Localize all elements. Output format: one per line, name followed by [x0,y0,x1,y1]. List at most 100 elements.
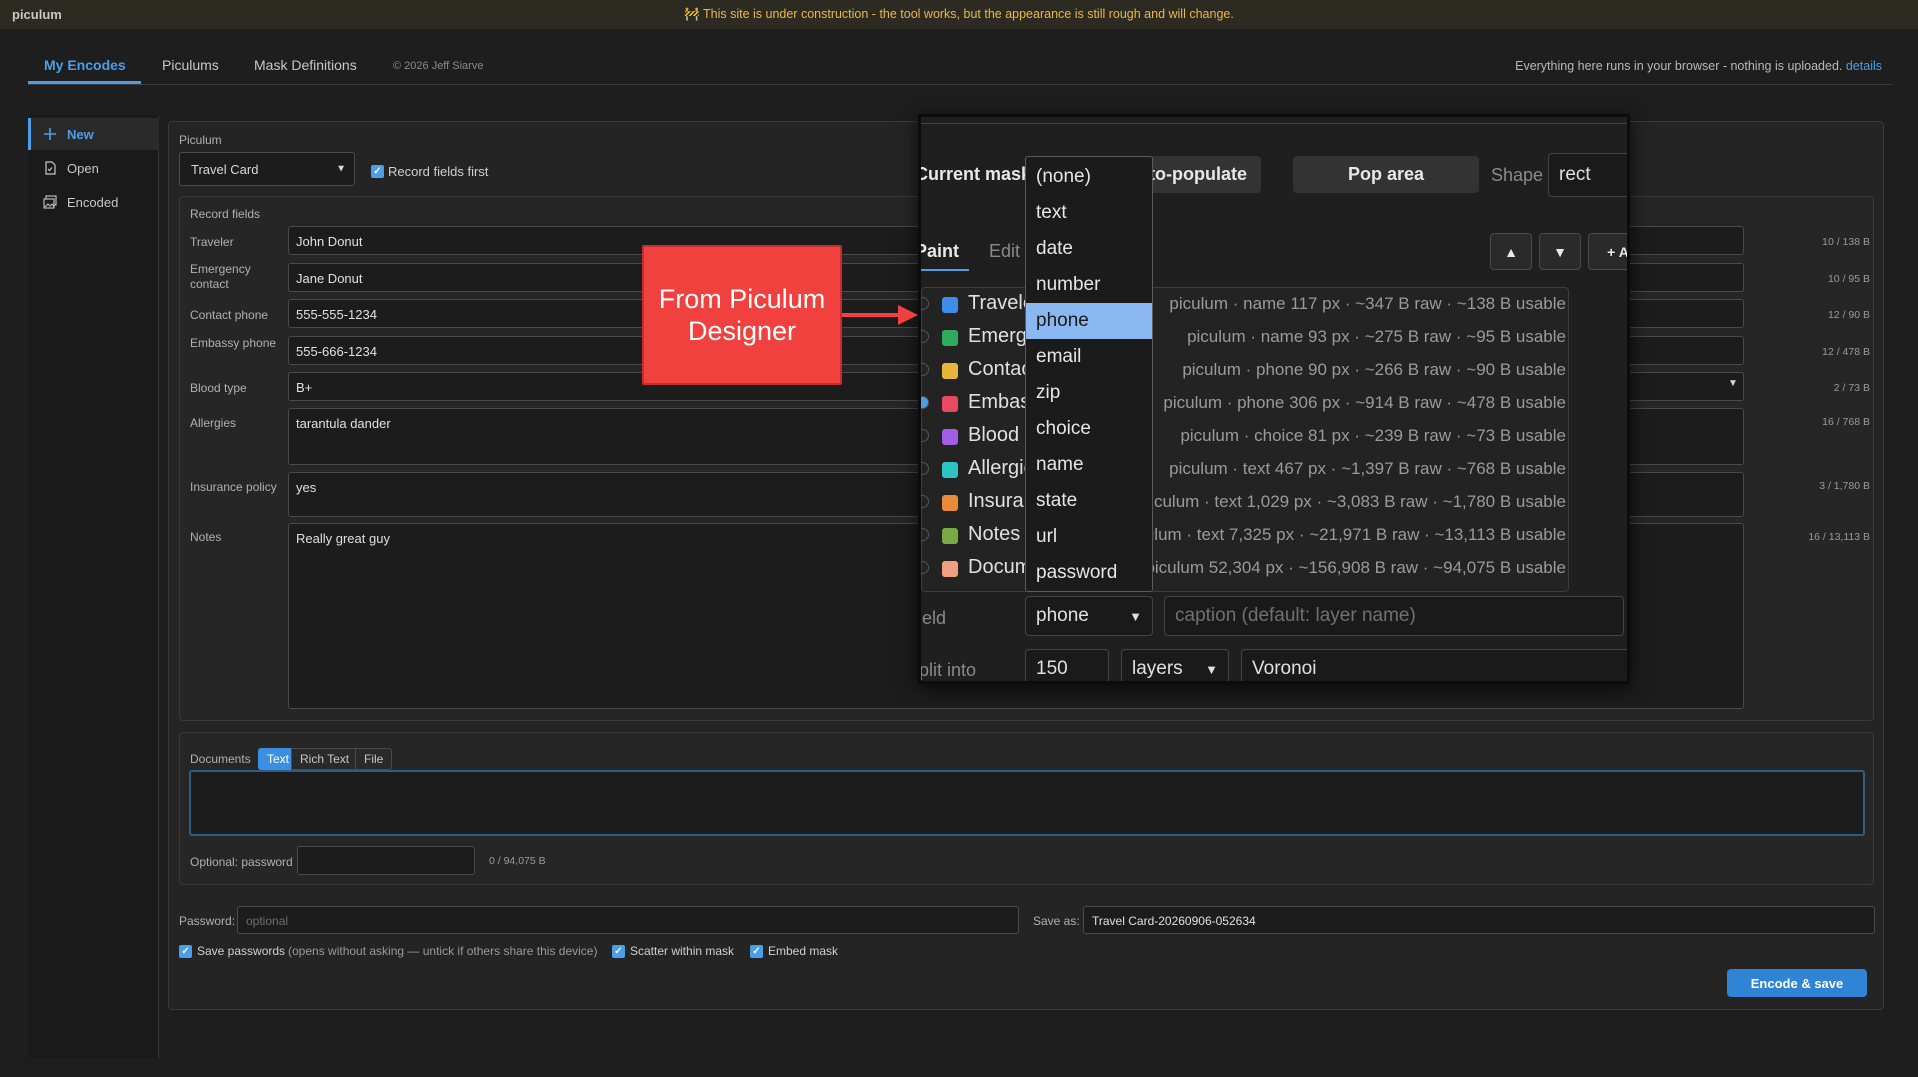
split-method-select[interactable]: Voronoi [1241,649,1627,681]
layer-info: piculum · phone 306 px · ~914 B raw · ~4… [1163,393,1566,412]
list-item[interactable]: Insurance policy piculum · text 1,029 px… [921,486,1570,519]
tab-mask-definitions[interactable]: Mask Definitions [254,57,357,73]
field-type-value: phone [1036,605,1089,626]
layer-list: Traveler piculum · name 117 px · ~347 B … [921,287,1569,592]
copyright: © 2026 Jeff Siarve [393,60,484,72]
layer-radio[interactable] [921,561,929,574]
piculum-label: Piculum [179,133,222,147]
piculum-select-value: Travel Card [191,161,259,177]
layer-info: piculum · text 1,029 px · ~3,083 B raw ·… [1140,492,1566,511]
app-brand[interactable]: piculum [12,7,62,22]
password-field[interactable]: optional [237,906,1019,934]
allergies-counter: 16 / 768 B [1822,416,1870,428]
layer-radio[interactable] [921,495,929,508]
layer-info: piculum · text 467 px · ~1,397 B raw · ~… [1169,459,1566,478]
split-unit-select[interactable]: layers ▼ [1121,649,1229,681]
dropdown-option-phone[interactable]: phone [1026,303,1152,339]
tab-piculums[interactable]: Piculums [162,57,219,73]
list-item[interactable]: Contact phone piculum · phone 90 px · ~2… [921,354,1570,387]
piculum-select[interactable]: Travel Card ▼ [179,152,355,186]
layer-color-swatch [942,462,958,478]
shape-select[interactable]: rect [1548,153,1627,197]
layer-radio[interactable] [921,330,929,343]
split-unit-value: layers [1132,658,1183,679]
chevron-down-icon: ▼ [336,163,346,175]
embed-mask-label: Embed mask [768,944,839,958]
document-text-area[interactable] [189,770,1865,836]
shape-label: Shape [1491,165,1544,185]
designer-zoom-inset: Current mask Auto-populate Pop area Shap… [918,114,1630,684]
dropdown-option-password[interactable]: password [1026,555,1152,591]
list-item[interactable]: Embassy phone piculum · phone 306 px · ~… [921,387,1570,420]
doc-tab-file[interactable]: File [355,748,393,770]
pop-area-button[interactable]: Pop area [1293,156,1479,193]
chevron-down-icon: ▼ [1205,661,1218,677]
embed-mask-checkbox[interactable]: ✓ [750,945,763,958]
add-layer-button[interactable]: + A [1588,233,1627,270]
layer-info: piculum · text 7,325 px · ~21,971 B raw … [1123,525,1566,544]
field-label-traveler: Traveler [190,235,234,249]
tab-paint[interactable]: Paint [921,241,959,262]
dropdown-option-date[interactable]: date [1026,231,1152,267]
embassy-phone-counter: 12 / 478 B [1822,346,1870,358]
chevron-down-icon: ▼ [1129,608,1142,624]
construction-icon: 🚧 [684,7,700,21]
move-layer-down-button[interactable]: ▼ [1539,233,1581,270]
move-layer-up-button[interactable]: ▲ [1490,233,1532,270]
sidebar-item-new[interactable]: New [28,118,159,150]
layer-radio[interactable] [921,363,929,376]
sidebar-item-open[interactable]: Open [28,152,159,184]
layer-color-swatch [942,528,958,544]
documents-label: Documents [190,752,251,766]
sidebar-item-encoded[interactable]: Encoded [28,186,159,218]
document-password-field[interactable] [297,846,475,875]
privacy-note: Everything here runs in your browser - n… [1515,59,1882,73]
field-type-select[interactable]: phone ▼ [1025,596,1153,636]
save-as-field[interactable]: Travel Card-20260906-052634 [1083,906,1875,934]
record-fields-first-label: Record fields first [388,164,489,179]
dropdown-option-email[interactable]: email [1026,339,1152,375]
scatter-within-mask-checkbox[interactable]: ✓ [612,945,625,958]
layer-radio[interactable] [921,396,929,409]
dropdown-option-zip[interactable]: zip [1026,375,1152,411]
layer-name: Notes [968,523,1021,545]
list-item[interactable]: Documents piculum 52,304 px · ~156,908 B… [921,552,1570,585]
doc-tab-rich-text[interactable]: Rich Text [291,748,359,770]
list-item[interactable]: Notes piculum · text 7,325 px · ~21,971 … [921,519,1570,552]
field-label-insurance-policy: Insurance policy [190,480,277,494]
details-link[interactable]: details [1846,59,1882,73]
record-fields-first-checkbox[interactable]: ✓ [371,165,384,178]
dropdown-option-number[interactable]: number [1026,267,1152,303]
tab-edit[interactable]: Edit [989,241,1020,262]
encode-save-button[interactable]: Encode & save [1727,969,1867,997]
field-label-emergency-contact: Emergency contact [190,262,251,291]
callout-arrow-icon [842,305,918,325]
list-item[interactable]: Allergies piculum · text 467 px · ~1,397… [921,453,1570,486]
insurance-policy-counter: 3 / 1,780 B [1819,480,1870,492]
save-as-label: Save as: [1033,914,1080,928]
caption-field[interactable]: caption (default: layer name) [1164,596,1624,636]
tab-my-encodes[interactable]: My Encodes [44,57,126,73]
save-passwords-checkbox[interactable]: ✓ [179,945,192,958]
layer-color-swatch [942,495,958,511]
construction-banner: 🚧 This site is under construction - the … [0,7,1918,22]
dropdown-option-choice[interactable]: choice [1026,411,1152,447]
traveler-counter: 10 / 138 B [1822,236,1870,248]
dropdown-option-state[interactable]: state [1026,483,1152,519]
dropdown-option-url[interactable]: url [1026,519,1152,555]
split-into-label: Split into [919,660,977,680]
split-count-field[interactable]: 150 [1025,649,1109,681]
dropdown-option-none[interactable]: (none) [1026,159,1152,195]
layer-radio[interactable] [921,429,929,442]
list-item[interactable]: Traveler piculum · name 117 px · ~347 B … [921,288,1570,321]
layer-radio[interactable] [921,528,929,541]
image-stack-icon [42,194,58,210]
layer-radio[interactable] [921,462,929,475]
list-item[interactable]: Blood type piculum · choice 81 px · ~239… [921,420,1570,453]
dropdown-option-name[interactable]: name [1026,447,1152,483]
list-item[interactable]: Emergency contact piculum · name 93 px ·… [921,321,1570,354]
document-icon [42,160,58,176]
dropdown-option-text[interactable]: text [1026,195,1152,231]
field-label-blood-type: Blood type [190,381,247,395]
top-bar: piculum 🚧 This site is under constructio… [0,0,1918,29]
